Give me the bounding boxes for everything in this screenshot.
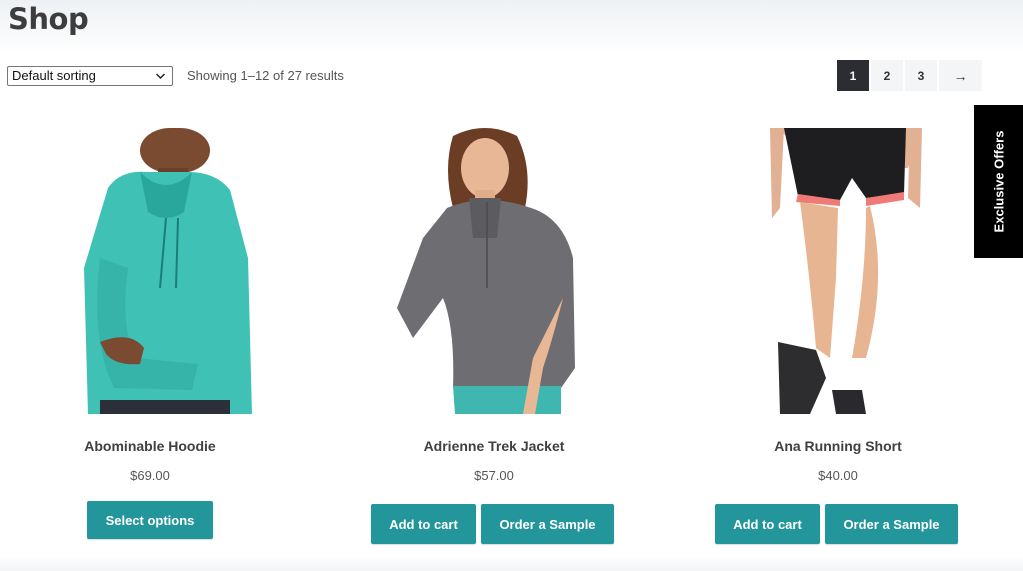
page-button-3[interactable]: 3 [905, 60, 937, 91]
sort-select[interactable]: Default sorting [7, 66, 173, 86]
product-title[interactable]: Adrienne Trek Jacket [364, 438, 624, 454]
exclusive-offers-tab[interactable]: Exclusive Offers [974, 105, 1023, 258]
page-title: Shop [8, 2, 89, 36]
select-options-button[interactable]: Select options [87, 501, 213, 539]
page-button-2[interactable]: 2 [871, 60, 903, 91]
product-price: $40.00 [818, 468, 858, 483]
product-price: $69.00 [130, 468, 170, 483]
product-price: $57.00 [474, 468, 514, 483]
chevron-down-icon [155, 67, 166, 92]
sort-select-value: Default sorting [12, 68, 96, 83]
product-title[interactable]: Abominable Hoodie [20, 438, 280, 454]
order-sample-button[interactable]: Order a Sample [825, 504, 958, 544]
page-footer-edge [0, 556, 1023, 571]
next-page-button[interactable]: → [939, 60, 982, 91]
add-to-cart-button[interactable]: Add to cart [715, 504, 820, 544]
order-sample-button[interactable]: Order a Sample [481, 504, 614, 544]
product-image-jacket[interactable] [393, 128, 633, 414]
product-image-shorts[interactable] [770, 128, 930, 414]
page-button-1[interactable]: 1 [837, 60, 869, 91]
result-count: Showing 1–12 of 27 results [187, 68, 344, 83]
product-title[interactable]: Ana Running Short [708, 438, 968, 454]
exclusive-offers-label: Exclusive Offers [991, 130, 1007, 233]
product-image-hoodie[interactable] [80, 128, 252, 414]
page-header [0, 0, 1023, 52]
add-to-cart-button[interactable]: Add to cart [371, 504, 476, 544]
